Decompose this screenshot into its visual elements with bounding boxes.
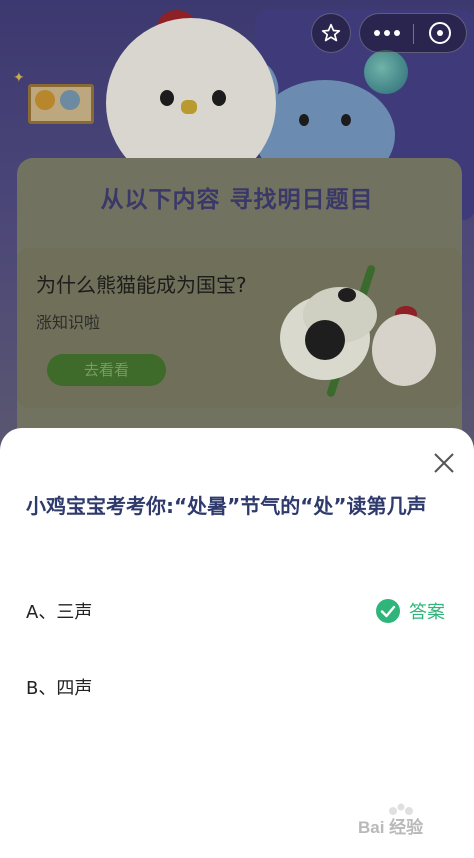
capsule-menu (359, 13, 467, 53)
check-circle-icon (376, 599, 400, 623)
background-page: ✦ 从以下内容 寻找明日题目 为什么熊猫能成为国宝? 涨知识啦 去看看 (0, 0, 474, 470)
article-title: 为什么熊猫能成为国宝? (36, 273, 247, 297)
panda-patch (338, 288, 356, 302)
planet-illustration (364, 50, 408, 94)
watermark-text: Bai 经验 (358, 818, 424, 837)
article-subtitle: 涨知识啦 (36, 313, 101, 332)
question-text: 小鸡宝宝考考你:“处暑”节气的“处”读第几声 (26, 494, 427, 518)
option-a[interactable]: A、三声 (26, 598, 92, 624)
chick-illustration (372, 314, 436, 386)
close-miniapp-button[interactable] (414, 14, 466, 52)
star-icon (321, 23, 341, 42)
close-icon (434, 453, 454, 473)
sparkle-icon: ✦ (13, 70, 25, 86)
option-b[interactable]: B、四声 (26, 674, 92, 700)
more-button[interactable] (360, 14, 413, 52)
chicken-beak (181, 100, 197, 114)
chicken-eye (212, 90, 226, 106)
sheet-close-button[interactable] (430, 449, 458, 477)
medal-icon (35, 90, 55, 110)
go-see-button[interactable]: 去看看 (47, 354, 166, 386)
medal-icon (60, 90, 80, 110)
answer-tag: 答案 (375, 598, 445, 624)
close-circle-icon (429, 22, 451, 44)
panda-patch (305, 320, 345, 360)
more-dots-icon (373, 30, 400, 36)
favorite-button[interactable] (311, 13, 351, 53)
answer-label: 答案 (409, 602, 445, 623)
chicken-eye (160, 90, 174, 106)
card-title: 从以下内容 寻找明日题目 (100, 187, 374, 213)
